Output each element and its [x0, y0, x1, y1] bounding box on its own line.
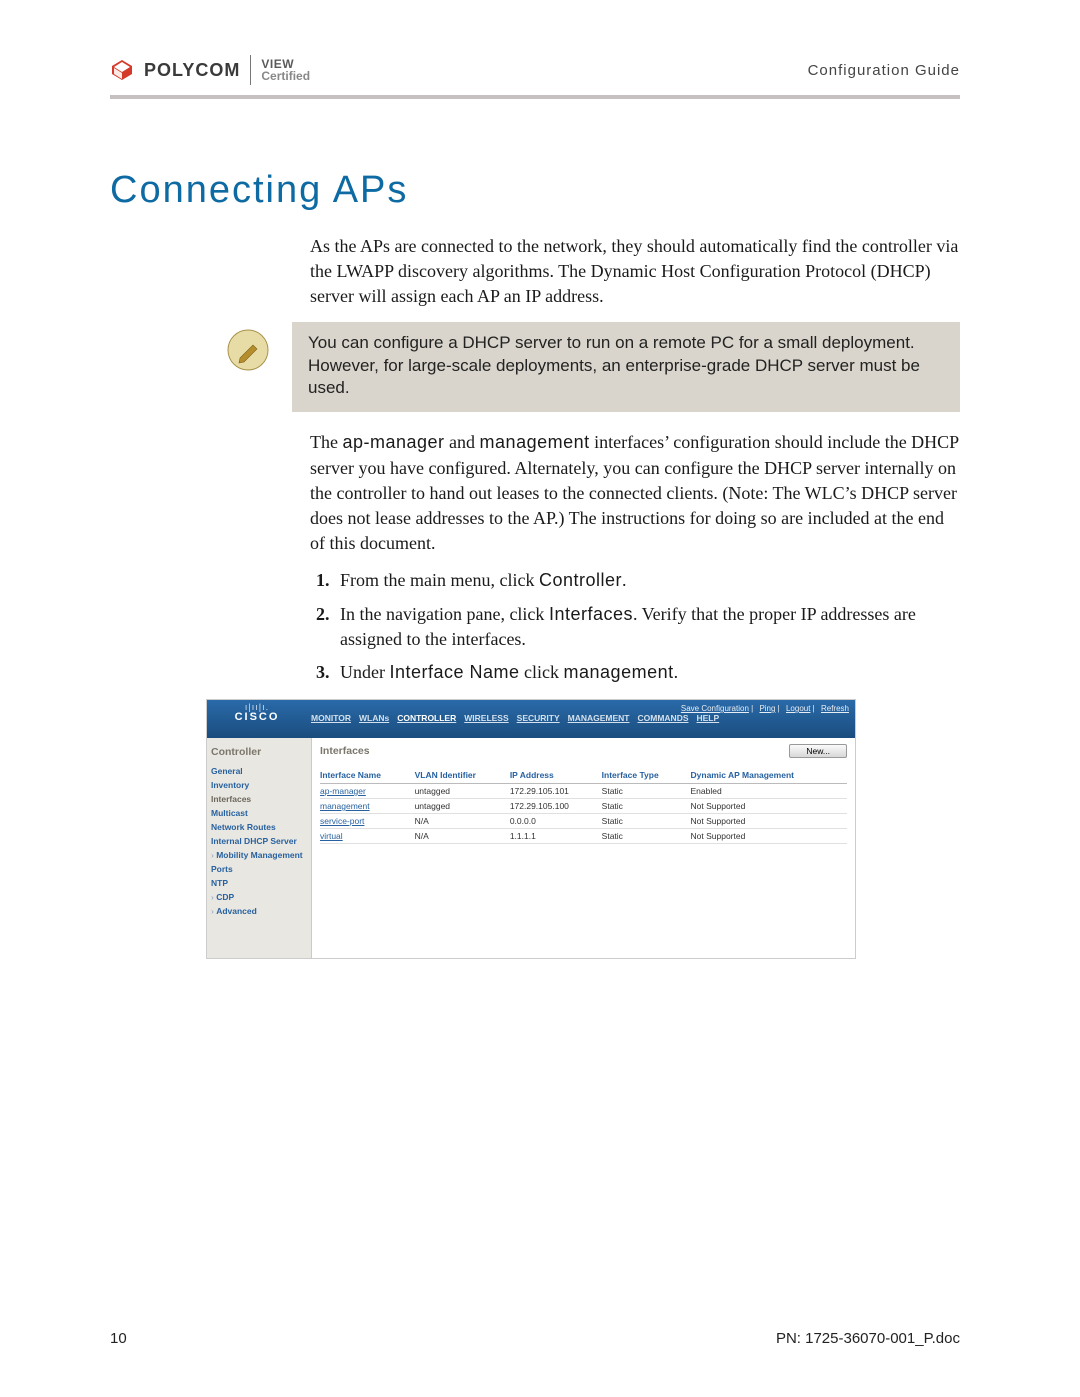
header-rule [110, 95, 960, 99]
brand-group: POLYCOM VIEW Certified [110, 55, 310, 85]
steps-list: From the main menu, click Controller. In… [310, 568, 960, 685]
iface-link-ap-manager[interactable]: ap-manager [320, 786, 366, 796]
util-refresh[interactable]: Refresh [821, 704, 849, 713]
side-internal-dhcp[interactable]: Internal DHCP Server [211, 834, 311, 848]
new-interface-button[interactable]: New... [789, 744, 847, 758]
note-block: You can configure a DHCP server to run o… [226, 322, 960, 413]
cisco-sidebar: Controller General Inventory Interfaces … [207, 738, 312, 958]
tab-management[interactable]: MANAGEMENT [568, 713, 630, 726]
page: POLYCOM VIEW Certified Configuration Gui… [0, 0, 1080, 1397]
iface-link-management[interactable]: management [320, 801, 370, 811]
interfaces-table: Interface Name VLAN Identifier IP Addres… [320, 768, 847, 844]
side-mobility[interactable]: Mobility Management [211, 848, 311, 862]
cisco-wordmark: CISCO [207, 712, 307, 723]
cisco-top-bar: ı|ıı|ı. CISCO Save Configuration | Ping … [207, 700, 855, 738]
side-inventory[interactable]: Inventory [211, 778, 311, 792]
col-type: Interface Type [602, 768, 691, 784]
section-title: Connecting APs [110, 169, 960, 212]
step-3: Under Interface Name click management. [334, 660, 960, 685]
sidebar-title: Controller [211, 744, 311, 764]
iface-link-service-port[interactable]: service-port [320, 816, 364, 826]
cisco-brand: ı|ıı|ı. CISCO [207, 700, 307, 738]
body-column: As the APs are connected to the network,… [310, 234, 960, 685]
cisco-util-links: Save Configuration | Ping | Logout | Ref… [307, 700, 855, 713]
step-1: From the main menu, click Controller. [334, 568, 960, 593]
side-ntp[interactable]: NTP [211, 876, 311, 890]
col-vlan: VLAN Identifier [415, 768, 510, 784]
table-header-row: Interface Name VLAN Identifier IP Addres… [320, 768, 847, 784]
note-text: You can configure a DHCP server to run o… [292, 322, 960, 413]
iface-link-virtual[interactable]: virtual [320, 831, 343, 841]
col-name: Interface Name [320, 768, 415, 784]
doc-id: PN: 1725-36070-001_P.doc [776, 1330, 960, 1347]
tab-security[interactable]: SECURITY [517, 713, 560, 726]
intro-paragraph: As the APs are connected to the network,… [310, 234, 960, 310]
page-footer: 10 PN: 1725-36070-001_P.doc [110, 1330, 960, 1347]
badge-line-2: Certified [261, 70, 310, 82]
step-2: In the navigation pane, click Interfaces… [334, 602, 960, 652]
table-row: management untagged 172.29.105.100 Stati… [320, 799, 847, 814]
col-dyn: Dynamic AP Management [691, 768, 847, 784]
util-ping[interactable]: Ping [759, 704, 775, 713]
col-ip: IP Address [510, 768, 602, 784]
util-logout[interactable]: Logout [786, 704, 810, 713]
interfaces-paragraph: The ap-manager and management interfaces… [310, 430, 960, 556]
tab-commands[interactable]: COMMANDS [638, 713, 689, 726]
table-row: service-port N/A 0.0.0.0 Static Not Supp… [320, 814, 847, 829]
polycom-logo-icon [110, 59, 134, 81]
cisco-main: Interfaces New... Interface Name VLAN Id… [312, 738, 855, 958]
brand-name: POLYCOM [144, 60, 240, 81]
side-network-routes[interactable]: Network Routes [211, 820, 311, 834]
page-header: POLYCOM VIEW Certified Configuration Gui… [110, 55, 960, 91]
side-interfaces[interactable]: Interfaces [211, 792, 311, 806]
page-number: 10 [110, 1330, 127, 1347]
cisco-page-title: Interfaces [320, 745, 370, 757]
table-row: virtual N/A 1.1.1.1 Static Not Supported [320, 829, 847, 844]
side-general[interactable]: General [211, 764, 311, 778]
side-multicast[interactable]: Multicast [211, 806, 311, 820]
cisco-body: Controller General Inventory Interfaces … [207, 738, 855, 958]
side-advanced[interactable]: Advanced [211, 904, 311, 918]
tab-controller[interactable]: CONTROLLER [397, 713, 456, 726]
tab-monitor[interactable]: MONITOR [311, 713, 351, 726]
view-certified-badge: VIEW Certified [261, 58, 310, 82]
tab-help[interactable]: HELP [697, 713, 720, 726]
util-save[interactable]: Save Configuration [681, 704, 749, 713]
cisco-screenshot: ı|ıı|ı. CISCO Save Configuration | Ping … [206, 699, 856, 959]
tab-wlans[interactable]: WLANs [359, 713, 389, 726]
side-ports[interactable]: Ports [211, 862, 311, 876]
side-cdp[interactable]: CDP [211, 890, 311, 904]
cisco-main-tabs: MONITOR WLANs CONTROLLER WIRELESS SECURI… [307, 713, 855, 726]
tab-wireless[interactable]: WIRELESS [464, 713, 508, 726]
brand-divider [250, 55, 251, 85]
header-doc-type: Configuration Guide [808, 62, 960, 79]
table-row: ap-manager untagged 172.29.105.101 Stati… [320, 784, 847, 799]
note-icon [226, 328, 270, 372]
